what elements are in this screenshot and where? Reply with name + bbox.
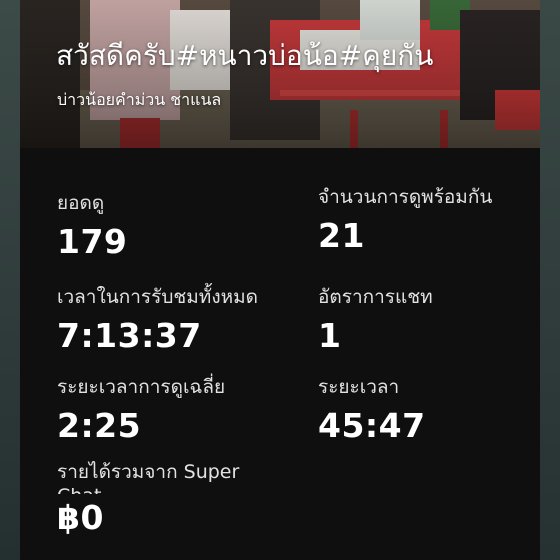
stat-total-watch-time: เวลาในการรับชมทั้งหมด 7:13:37: [57, 282, 258, 355]
stat-value: 7:13:37: [57, 316, 202, 355]
stat-label: อัตราการแชท: [318, 286, 433, 308]
stat-concurrent-viewers: จำนวนการดูพร้อมกัน 21: [318, 182, 492, 255]
video-thumbnail[interactable]: สวัสดีครับ#หนาวบ่อน้อ#คุยกัน บ่าวน้อยคำม…: [20, 0, 540, 148]
stat-label: ยอดดู: [57, 192, 105, 214]
stat-super-chat-revenue: รายได้รวมจาก Super Chat ฿0: [57, 460, 267, 537]
video-title: สวัสดีครับ#หนาวบ่อน้อ#คุยกัน: [56, 39, 434, 72]
stat-chat-rate: อัตราการแชท 1: [318, 282, 433, 355]
background-left-edge: [0, 0, 20, 560]
stat-label: ระยะเวลาการดูเฉลี่ย: [57, 376, 226, 398]
stat-label: รายได้รวมจาก Super Chat: [57, 461, 240, 494]
stat-value: ฿0: [57, 498, 104, 537]
stat-value: 21: [318, 216, 365, 255]
stat-value: 45:47: [318, 406, 426, 445]
stat-average-view-duration: ระยะเวลาการดูเฉลี่ย 2:25: [57, 372, 225, 445]
stat-label: จำนวนการดูพร้อมกัน: [318, 186, 493, 208]
stat-value: 179: [57, 222, 128, 261]
stat-value: 2:25: [57, 406, 142, 445]
stream-stats-card: สวัสดีครับ#หนาวบ่อน้อ#คุยกัน บ่าวน้อยคำม…: [20, 0, 540, 560]
stat-label: ระยะเวลา: [318, 376, 400, 398]
stat-label: เวลาในการรับชมทั้งหมด: [57, 286, 258, 308]
stat-views: ยอดดู 179: [57, 188, 127, 261]
stat-value: 1: [318, 316, 342, 355]
background-right-edge: [540, 0, 560, 560]
channel-name[interactable]: บ่าวน้อยคำม่วน ชาแนล: [57, 88, 221, 113]
stat-duration: ระยะเวลา 45:47: [318, 372, 426, 445]
